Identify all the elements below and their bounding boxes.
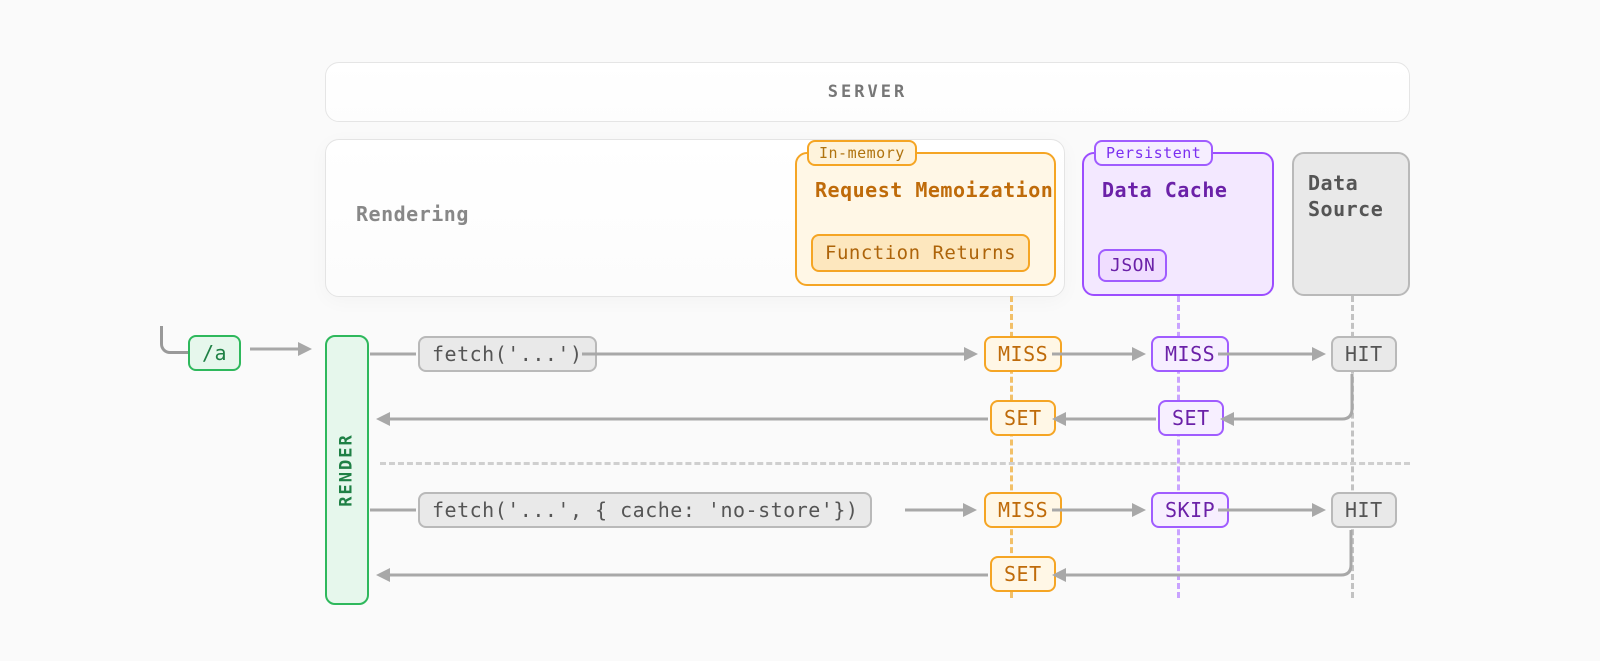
arrow-fetch1-to-memo xyxy=(582,345,982,365)
cache-tag: Persistent xyxy=(1094,140,1213,166)
row4-memo-set: SET xyxy=(990,556,1056,592)
arrow-fetch3-to-memo xyxy=(905,501,983,521)
arrow-memo-to-cache-1 xyxy=(1052,345,1150,365)
row1-code-chip: fetch('...') xyxy=(418,336,597,372)
render-bar: RENDER xyxy=(325,335,369,605)
row2-cache-set: SET xyxy=(1158,400,1224,436)
route-hook-icon xyxy=(160,326,188,354)
rendering-label: Rendering xyxy=(356,202,469,226)
arrow-memo-set-to-render-4 xyxy=(372,566,988,586)
arrow-render-to-fetch1 xyxy=(370,345,416,365)
render-bar-label: RENDER xyxy=(337,433,357,506)
section-divider xyxy=(380,462,1410,465)
arrow-ds-hit-to-memo-set-4 xyxy=(1048,510,1368,586)
data-cache-box: Persistent Data Cache JSON xyxy=(1082,152,1274,296)
row2-memo-set: SET xyxy=(990,400,1056,436)
data-source-box: Data Source xyxy=(1292,152,1410,296)
arrow-memo-set-to-render xyxy=(372,410,988,430)
request-memoization-box: In-memory Request Memoization Function R… xyxy=(795,152,1056,286)
data-source-title: Data Source xyxy=(1308,171,1383,221)
memo-tag: In-memory xyxy=(807,140,917,166)
cache-subtitle: JSON xyxy=(1098,249,1167,282)
memo-title: Request Memoization xyxy=(815,178,1053,202)
arrow-ds-hit-to-cache-set xyxy=(1216,354,1366,430)
arrow-cache-set-to-memo xyxy=(1048,410,1156,430)
arrow-render-to-fetch3 xyxy=(370,501,416,521)
route-badge: /a xyxy=(188,335,241,371)
cache-title: Data Cache xyxy=(1102,178,1227,202)
server-header: SERVER xyxy=(325,62,1410,122)
memo-subtitle: Function Returns xyxy=(811,234,1030,272)
row3-code-chip: fetch('...', { cache: 'no-store'}) xyxy=(418,492,872,528)
arrow-route-to-render xyxy=(250,339,310,359)
row1-memo-miss: MISS xyxy=(984,336,1062,372)
